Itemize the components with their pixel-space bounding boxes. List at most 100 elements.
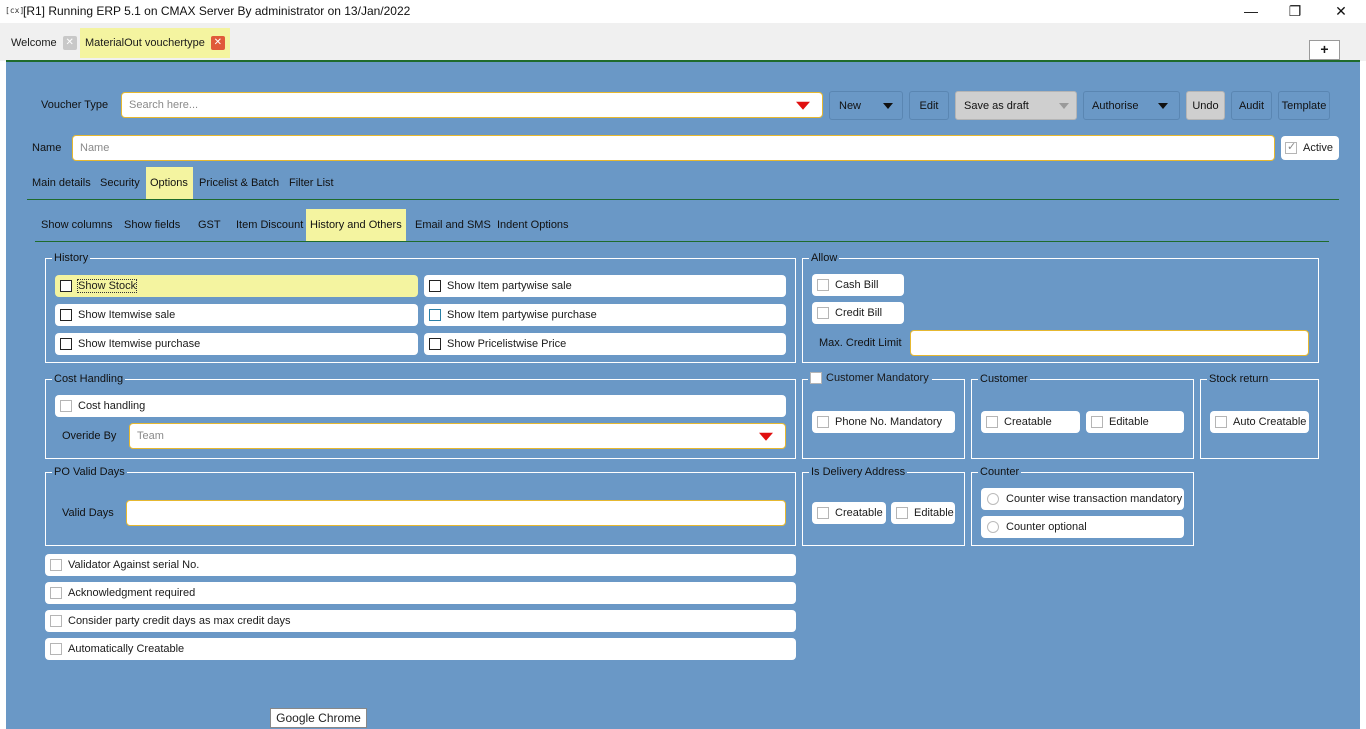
authorise-button[interactable]: Authorise [1083,91,1180,120]
auto-creatable-row[interactable]: Auto Creatable [1210,411,1309,433]
checkbox[interactable] [1091,416,1103,428]
counter-title: Counter [978,465,1022,479]
audit-button[interactable]: Audit [1231,91,1272,120]
checkbox[interactable] [60,400,72,412]
show-pricelistwise-price-row[interactable]: Show Pricelistwise Price [424,333,786,355]
subtab-history-and-others[interactable]: History and Others [306,209,406,241]
delivery-creatable-row[interactable]: Creatable [812,502,886,524]
customer-creatable-row[interactable]: Creatable [981,411,1080,433]
voucher-type-placeholder: Search here... [129,99,199,111]
name-input[interactable]: Name [72,135,1275,161]
show-itemwise-sale-row[interactable]: Show Itemwise sale [55,304,418,326]
tab-security[interactable]: Security [96,167,144,199]
save-as-draft-button[interactable]: Save as draft [955,91,1077,120]
checkbox[interactable] [986,416,998,428]
valid-days-input[interactable] [126,500,786,526]
delivery-address-title: Is Delivery Address [809,465,908,479]
history-title: History [52,251,91,265]
subtab-show-fields[interactable]: Show fields [120,209,184,241]
counter-mandatory-radio-row[interactable]: Counter wise transaction mandatory [981,488,1184,510]
show-item-partywise-sale-row[interactable]: Show Item partywise sale [424,275,786,297]
checkbox[interactable] [1215,416,1227,428]
checkbox[interactable] [817,307,829,319]
save-as-draft-label: Save as draft [964,99,1029,112]
checkbox[interactable] [60,338,72,350]
max-credit-limit-input[interactable] [910,330,1309,356]
save-draft-caret-icon[interactable] [1058,102,1069,109]
customer-mandatory-checkbox[interactable] [810,372,822,384]
name-placeholder: Name [80,142,110,154]
checkbox-label: Show Item partywise sale [447,280,572,292]
active-checkbox-row[interactable]: ✓ Active [1281,136,1339,160]
tab-main-details[interactable]: Main details [28,167,95,199]
credit-bill-row[interactable]: Credit Bill [812,302,904,324]
undo-button[interactable]: Undo [1186,91,1225,120]
checkbox[interactable] [817,416,829,428]
party-credit-days-row[interactable]: Consider party credit days as max credit… [45,610,796,632]
tab-close-icon[interactable]: ✕ [210,36,225,50]
subtab-email-and-sms[interactable]: Email and SMS [411,209,495,241]
new-button-label: New [839,99,862,112]
checkbox-label: Credit Bill [835,307,883,319]
cash-bill-row[interactable]: Cash Bill [812,274,904,296]
checkbox[interactable] [817,507,829,519]
dropdown-arrow-icon[interactable] [759,432,773,441]
voucher-type-label: Voucher Type [41,99,109,111]
checkbox[interactable] [896,507,908,519]
cost-handling-title: Cost Handling [52,372,126,386]
acknowledgment-required-row[interactable]: Acknowledgment required [45,582,796,604]
cost-handling-row[interactable]: Cost handling [55,395,786,417]
active-checkbox[interactable]: ✓ [1285,141,1297,154]
minimize-button[interactable]: — [1228,0,1274,23]
radio-button[interactable] [987,521,999,533]
phone-mandatory-row[interactable]: Phone No. Mandatory [812,411,955,433]
template-button[interactable]: Template [1278,91,1330,120]
new-caret-icon[interactable] [883,102,894,109]
restore-button[interactable]: ❐ [1272,0,1318,23]
allow-title: Allow [809,251,840,265]
new-tab-button[interactable]: + [1309,40,1340,60]
taskbar-tooltip: Google Chrome [270,708,367,728]
close-window-button[interactable]: ✕ [1318,0,1364,23]
tab-filter-list[interactable]: Filter List [285,167,338,199]
checkbox[interactable] [429,309,441,321]
tab-pricelist-batch[interactable]: Pricelist & Batch [195,167,283,199]
tab-close-icon[interactable]: ✕ [62,36,77,50]
checkbox[interactable] [50,615,62,627]
customer-mandatory-title-row[interactable]: Customer Mandatory [808,371,932,385]
checkbox[interactable] [429,338,441,350]
tab-options[interactable]: Options [146,167,193,199]
max-credit-limit-label: Max. Credit Limit [819,337,902,349]
edit-button[interactable]: Edit [909,91,949,120]
radio-button[interactable] [987,493,999,505]
override-by-select[interactable]: Team [129,423,786,449]
voucher-type-search[interactable]: Search here... [121,92,823,118]
dropdown-arrow-icon[interactable] [796,101,810,110]
tab-materialout-vouchertype[interactable]: MaterialOut vouchertype ✕ [80,28,230,58]
checkbox[interactable] [60,309,72,321]
checkbox[interactable] [50,587,62,599]
validator-serial-row[interactable]: Validator Against serial No. [45,554,796,576]
authorise-caret-icon[interactable] [1158,102,1169,109]
active-label: Active [1303,142,1333,154]
valid-days-label: Valid Days [62,507,114,519]
show-itemwise-purchase-row[interactable]: Show Itemwise purchase [55,333,418,355]
customer-editable-row[interactable]: Editable [1086,411,1184,433]
delivery-editable-row[interactable]: Editable [891,502,955,524]
show-stock-checkbox[interactable] [60,280,72,292]
show-item-partywise-purchase-row[interactable]: Show Item partywise purchase [424,304,786,326]
checkbox[interactable] [50,559,62,571]
checkbox[interactable] [429,280,441,292]
new-button[interactable]: New [829,91,903,120]
show-stock-row[interactable]: Show Stock [55,275,418,297]
subtab-gst[interactable]: GST [194,209,225,241]
checkbox[interactable] [50,643,62,655]
checkbox-label: Automatically Creatable [68,643,185,655]
subtab-item-discount[interactable]: Item Discount [232,209,307,241]
automatically-creatable-row[interactable]: Automatically Creatable [45,638,796,660]
subtab-show-columns[interactable]: Show columns [37,209,117,241]
subtab-indent-options[interactable]: Indent Options [493,209,573,241]
counter-optional-radio-row[interactable]: Counter optional [981,516,1184,538]
tab-welcome[interactable]: Welcome ✕ [6,28,82,58]
checkbox[interactable] [817,279,829,291]
